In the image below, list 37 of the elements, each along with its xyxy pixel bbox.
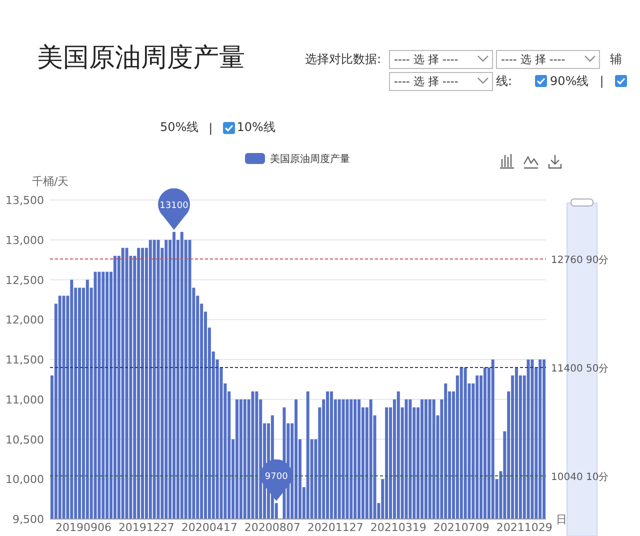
- y-axis-label: 10,000: [6, 473, 44, 486]
- x-axis-label: 20201127: [307, 521, 364, 534]
- y-axis-label: 13,500: [6, 194, 44, 207]
- y-axis-label: 12,500: [6, 274, 44, 287]
- select-field[interactable]: ---- 选 择 ----: [389, 72, 493, 90]
- separator: |: [208, 120, 213, 134]
- x-axis-label: 20211029: [496, 521, 552, 534]
- x-axis-label: 20190906: [55, 521, 112, 534]
- reference-line-label: 11400 50分: [551, 363, 609, 374]
- y-axis-title: 千桶/天: [32, 175, 69, 188]
- x-axis-label: 20200417: [181, 521, 238, 534]
- y-axis-label: 11,500: [6, 354, 44, 366]
- select-field[interactable]: ---- 选 择 ----: [389, 50, 493, 68]
- y-axis-label: 10,500: [6, 433, 44, 446]
- reference-line-label: 10040 10分: [551, 472, 609, 483]
- reference-line-label: 12760 90分: [551, 255, 609, 266]
- y-axis-label: 13,000: [6, 234, 44, 247]
- line-option-label: 10%线: [236, 119, 276, 136]
- select-field[interactable]: ---- 选 择 ----: [496, 50, 600, 68]
- x-axis-title: 日: [556, 513, 567, 526]
- x-axis-label: 20200807: [244, 521, 300, 534]
- y-axis-label: 11,000: [6, 393, 44, 406]
- aux-label: 辅: [610, 50, 622, 68]
- page-title: 美国原油周度产量: [36, 42, 246, 75]
- y-axis-label: 9,500: [12, 513, 44, 526]
- x-axis-label: 20191227: [118, 521, 174, 534]
- y-axis-label: 12,000: [6, 314, 44, 327]
- pin-label: 13100: [160, 200, 188, 211]
- separator: |: [600, 74, 604, 88]
- pin-label: 9700: [264, 472, 288, 482]
- aux-label: 线:: [496, 72, 512, 90]
- line-option-label: 50%线: [160, 119, 199, 136]
- x-axis-label: 20210319: [370, 521, 426, 534]
- checkbox-label: 90%线: [550, 72, 589, 90]
- x-axis-label: 20210709: [433, 521, 490, 534]
- legend-label[interactable]: 美国原油周度产量: [270, 154, 350, 165]
- compare-label: 选择对比数据:: [305, 50, 382, 68]
